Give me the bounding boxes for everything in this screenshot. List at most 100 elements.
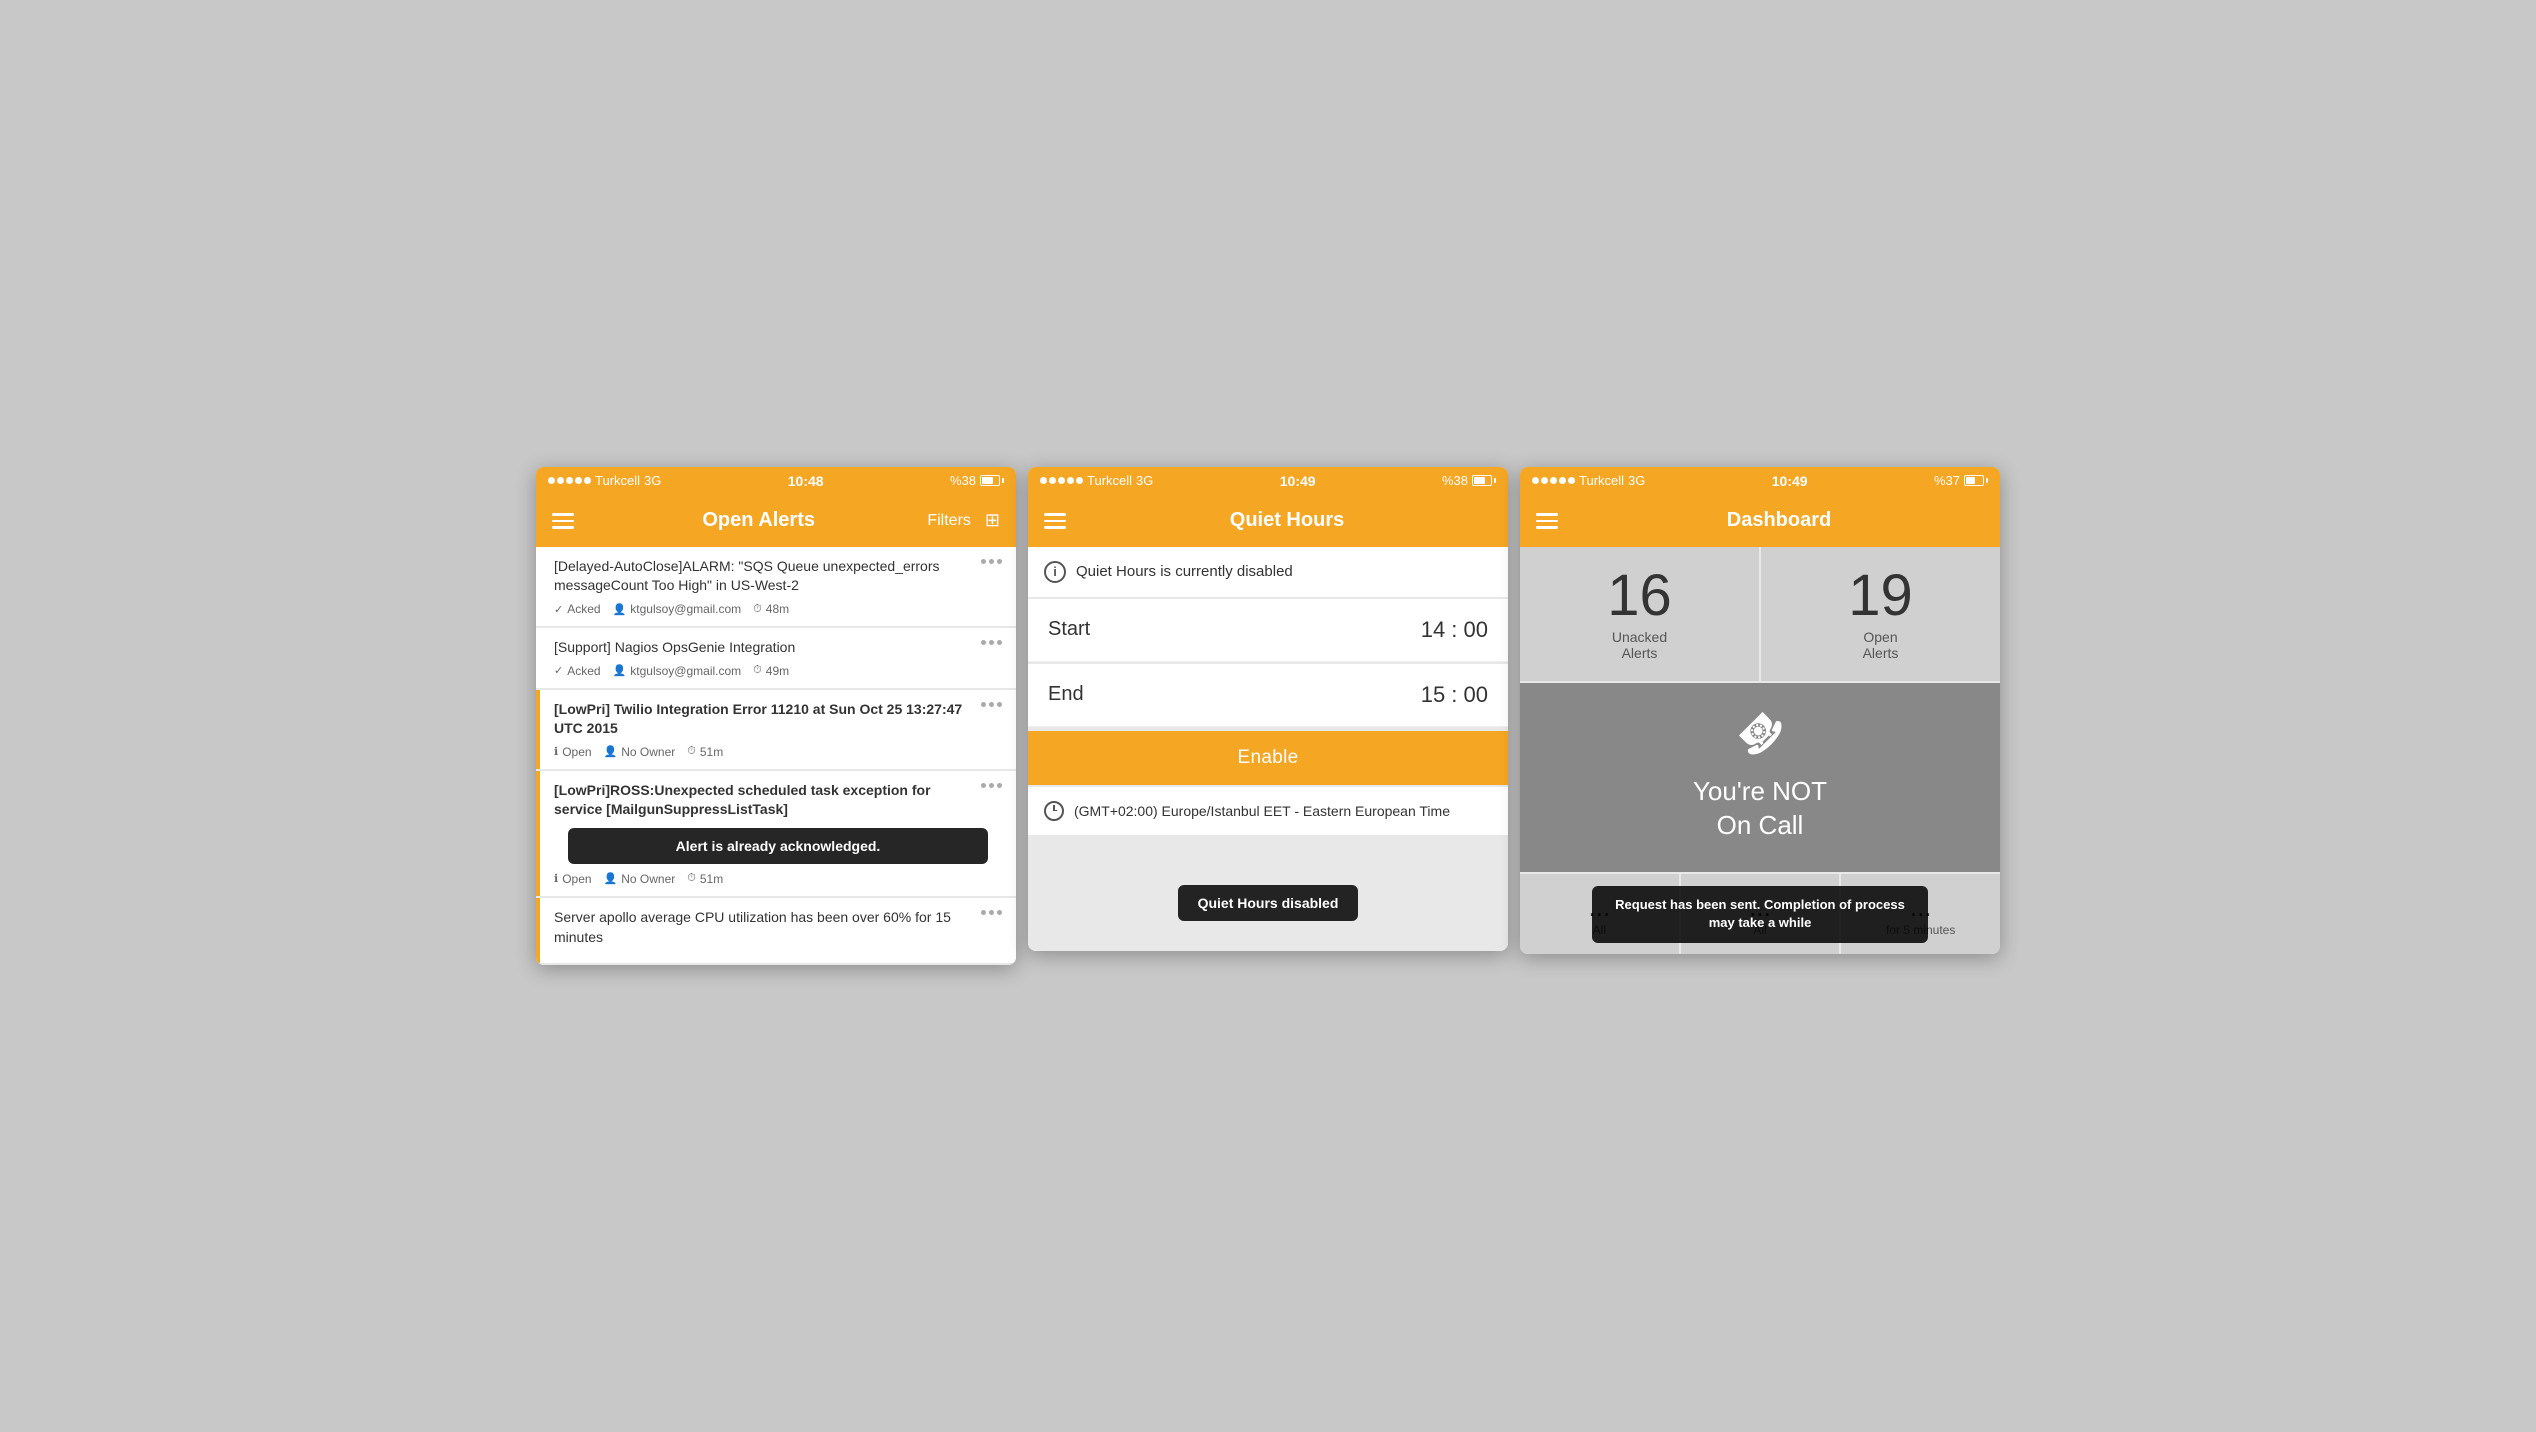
carrier-label-3: Turkcell — [1579, 473, 1624, 488]
screen-open-alerts: Turkcell 3G 10:48 %38 Open Aler — [536, 467, 1016, 965]
signal-dot — [566, 477, 573, 484]
battery-percent-2: %38 — [1442, 473, 1468, 488]
quiet-hours-info-row: i Quiet Hours is currently disabled — [1028, 547, 1508, 597]
alert-title: [Support] Nagios OpsGenie Integration — [554, 638, 973, 658]
status-left-1: Turkcell 3G — [548, 473, 661, 488]
person-icon: 👤 — [604, 745, 618, 758]
status-text: Open — [562, 745, 591, 759]
end-time-row[interactable]: End 15 : 00 — [1028, 664, 1508, 727]
quiet-hours-toast: Quiet Hours disabled — [1178, 885, 1359, 921]
battery-fill — [1966, 477, 1975, 484]
battery-body — [1964, 475, 1984, 486]
dashboard-top-grid: 16 UnackedAlerts 19 OpenAlerts — [1520, 547, 2000, 681]
alert-item[interactable]: [Delayed-AutoClose]ALARM: "SQS Queue une… — [536, 547, 1016, 626]
hamburger-menu-1[interactable] — [552, 513, 574, 529]
alert-item-top: Server apollo average CPU utilization ha… — [554, 908, 1002, 947]
time-item: ⏱ 48m — [753, 602, 789, 616]
unacked-alerts-tile[interactable]: 16 UnackedAlerts — [1520, 547, 1759, 681]
dots-menu[interactable] — [981, 557, 1002, 564]
owner-item: 👤 No Owner — [604, 872, 676, 886]
signal-dot — [1076, 477, 1083, 484]
dot — [981, 640, 986, 645]
owner-item: 👤 No Owner — [604, 745, 676, 759]
carrier-label: Turkcell — [595, 473, 640, 488]
hamburger-menu-3[interactable] — [1536, 513, 1558, 529]
time-text: 51m — [700, 745, 723, 759]
alert-meta: ℹ Open 👤 No Owner ⏱ 51m — [554, 872, 1002, 886]
battery-fill — [982, 477, 993, 484]
dot — [981, 702, 986, 707]
signal-dot — [548, 477, 555, 484]
time-item: ⏱ 51m — [687, 745, 723, 759]
info-icon: ℹ — [554, 745, 558, 758]
filters-button[interactable]: Filters — [927, 512, 971, 530]
signal-dot — [575, 477, 582, 484]
owner-item: 👤 ktgulsoy@gmail.com — [613, 664, 742, 678]
hamburger-menu-2[interactable] — [1044, 513, 1066, 529]
unacked-label: UnackedAlerts — [1612, 629, 1667, 661]
filter-icon[interactable]: ⊞ — [985, 510, 1000, 531]
header-actions-1: Filters ⊞ — [927, 510, 1000, 531]
dots-menu[interactable] — [981, 781, 1002, 788]
dot — [989, 702, 994, 707]
signal-dot — [1049, 477, 1056, 484]
alert-title: [Delayed-AutoClose]ALARM: "SQS Queue une… — [554, 557, 973, 596]
bottom-tiles-wrapper: ... All ... All ... for 5 minutes Reques… — [1520, 874, 2000, 954]
info-icon: ℹ — [554, 872, 558, 885]
start-label: Start — [1048, 618, 1090, 641]
alert-item-top: [Support] Nagios OpsGenie Integration — [554, 638, 1002, 658]
status-left-3: Turkcell 3G — [1532, 473, 1645, 488]
not-on-call-text: You're NOTOn Call — [1693, 775, 1827, 843]
signal-dots-2 — [1040, 477, 1083, 484]
open-label: OpenAlerts — [1863, 629, 1899, 661]
screen-dashboard: Turkcell 3G 10:49 %37 Dashboard — [1520, 467, 2000, 955]
alert-meta: ✓ Acked 👤 ktgulsoy@gmail.com ⏱ 48m — [554, 602, 1002, 616]
open-alerts-tile[interactable]: 19 OpenAlerts — [1761, 547, 2000, 681]
screen-quiet-hours: Turkcell 3G 10:49 %38 Quiet Hou — [1028, 467, 1508, 951]
carrier-label-2: Turkcell — [1087, 473, 1132, 488]
alert-title: [LowPri]ROSS:Unexpected scheduled task e… — [554, 781, 973, 820]
signal-dot — [1568, 477, 1575, 484]
end-time-value: 15 : 00 — [1421, 682, 1488, 708]
person-icon: 👤 — [613, 664, 627, 677]
dots-menu[interactable] — [981, 638, 1002, 645]
check-icon: ✓ — [554, 603, 563, 616]
info-icon: i — [1044, 561, 1066, 583]
dots-menu[interactable] — [981, 908, 1002, 915]
person-icon: 👤 — [613, 603, 627, 616]
time-label-2: 10:49 — [1280, 473, 1316, 489]
alert-item[interactable]: [LowPri] Twilio Integration Error 11210 … — [536, 690, 1016, 769]
alert-item[interactable]: [Support] Nagios OpsGenie Integration ✓ … — [536, 628, 1016, 688]
signal-dot — [1559, 477, 1566, 484]
alert-list: [Delayed-AutoClose]ALARM: "SQS Queue une… — [536, 547, 1016, 965]
status-right-2: %38 — [1442, 473, 1496, 488]
alert-item[interactable]: [LowPri]ROSS:Unexpected scheduled task e… — [536, 771, 1016, 896]
on-call-tile: ☎ You're NOTOn Call — [1520, 683, 2000, 873]
time-item: ⏱ 51m — [687, 872, 723, 886]
status-left-2: Turkcell 3G — [1040, 473, 1153, 488]
dashboard-toast-overlay: Request has been sent. Completion of pro… — [1520, 874, 2000, 954]
dots-menu[interactable] — [981, 700, 1002, 707]
time-item: ⏱ 49m — [753, 664, 789, 678]
start-time-row[interactable]: Start 14 : 00 — [1028, 599, 1508, 662]
alert-item[interactable]: Server apollo average CPU utilization ha… — [536, 898, 1016, 963]
status-text: Open — [562, 872, 591, 886]
enable-button[interactable]: Enable — [1028, 731, 1508, 785]
clock-icon: ⏱ — [753, 664, 762, 677]
status-right-1: %38 — [950, 473, 1004, 488]
dot — [981, 783, 986, 788]
time-label-3: 10:49 — [1772, 473, 1808, 489]
network-label-3: 3G — [1628, 473, 1645, 488]
dot — [997, 702, 1002, 707]
app-header-1: Open Alerts Filters ⊞ — [536, 495, 1016, 547]
quiet-hours-status: Quiet Hours is currently disabled — [1076, 563, 1293, 580]
alert-title: [LowPri] Twilio Integration Error 11210 … — [554, 700, 973, 739]
timezone-text: (GMT+02:00) Europe/Istanbul EET - Easter… — [1074, 803, 1450, 819]
clock-icon: ⏱ — [753, 603, 762, 616]
clock-icon: ⏱ — [687, 745, 696, 758]
owner-item: 👤 ktgulsoy@gmail.com — [613, 602, 742, 616]
person-icon: 👤 — [604, 872, 618, 885]
time-text: 48m — [766, 602, 789, 616]
header-title-1: Open Alerts — [590, 509, 927, 532]
network-label-2: 3G — [1136, 473, 1153, 488]
